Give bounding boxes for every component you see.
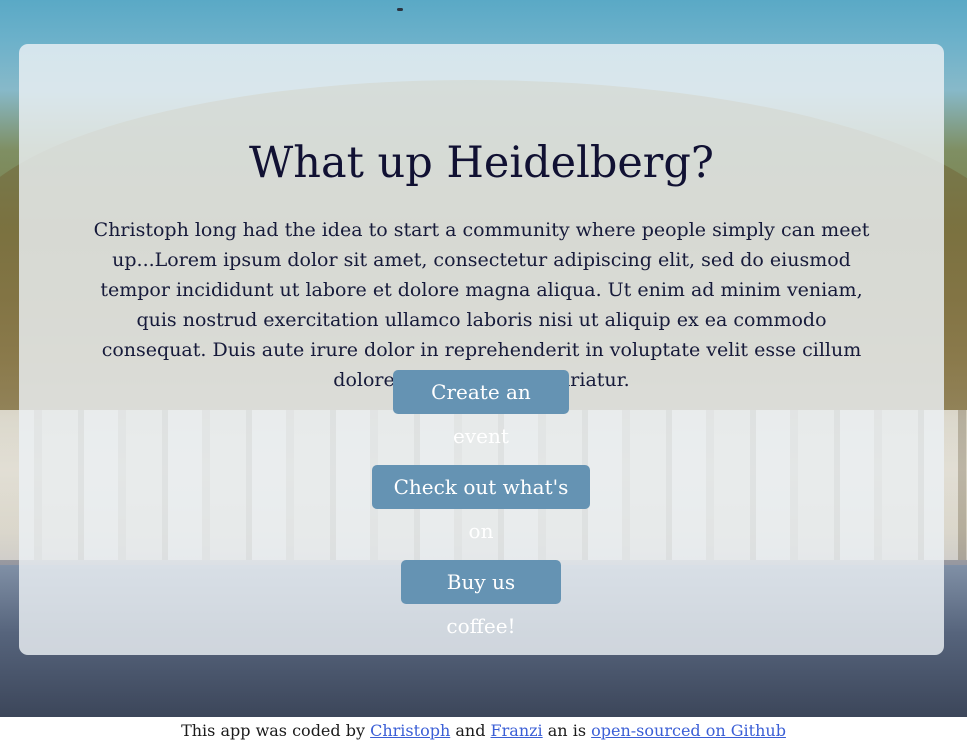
author-link-christoph[interactable]: Christoph [370,721,450,740]
footer: This app was coded by Christoph and Fran… [0,718,967,749]
footer-and: and [455,721,486,740]
footer-middle: an is [547,721,587,740]
footer-prefix: This app was coded by [181,721,366,740]
content-card: What up Heidelberg? Christoph long had t… [19,44,944,655]
page-title: What up Heidelberg? [249,138,714,188]
github-repo-link[interactable]: open-sourced on Github [591,721,786,740]
create-event-button[interactable]: Create an event [393,370,569,448]
author-link-franzi[interactable]: Franzi [491,721,543,740]
buy-coffee-button[interactable]: Buy us coffee! [401,560,561,638]
bird-icon [397,8,403,11]
check-out-events-button[interactable]: Check out what's on [372,465,590,543]
hero-background: What up Heidelberg? Christoph long had t… [0,0,967,717]
intro-text: Christoph long had the idea to start a c… [93,219,870,391]
